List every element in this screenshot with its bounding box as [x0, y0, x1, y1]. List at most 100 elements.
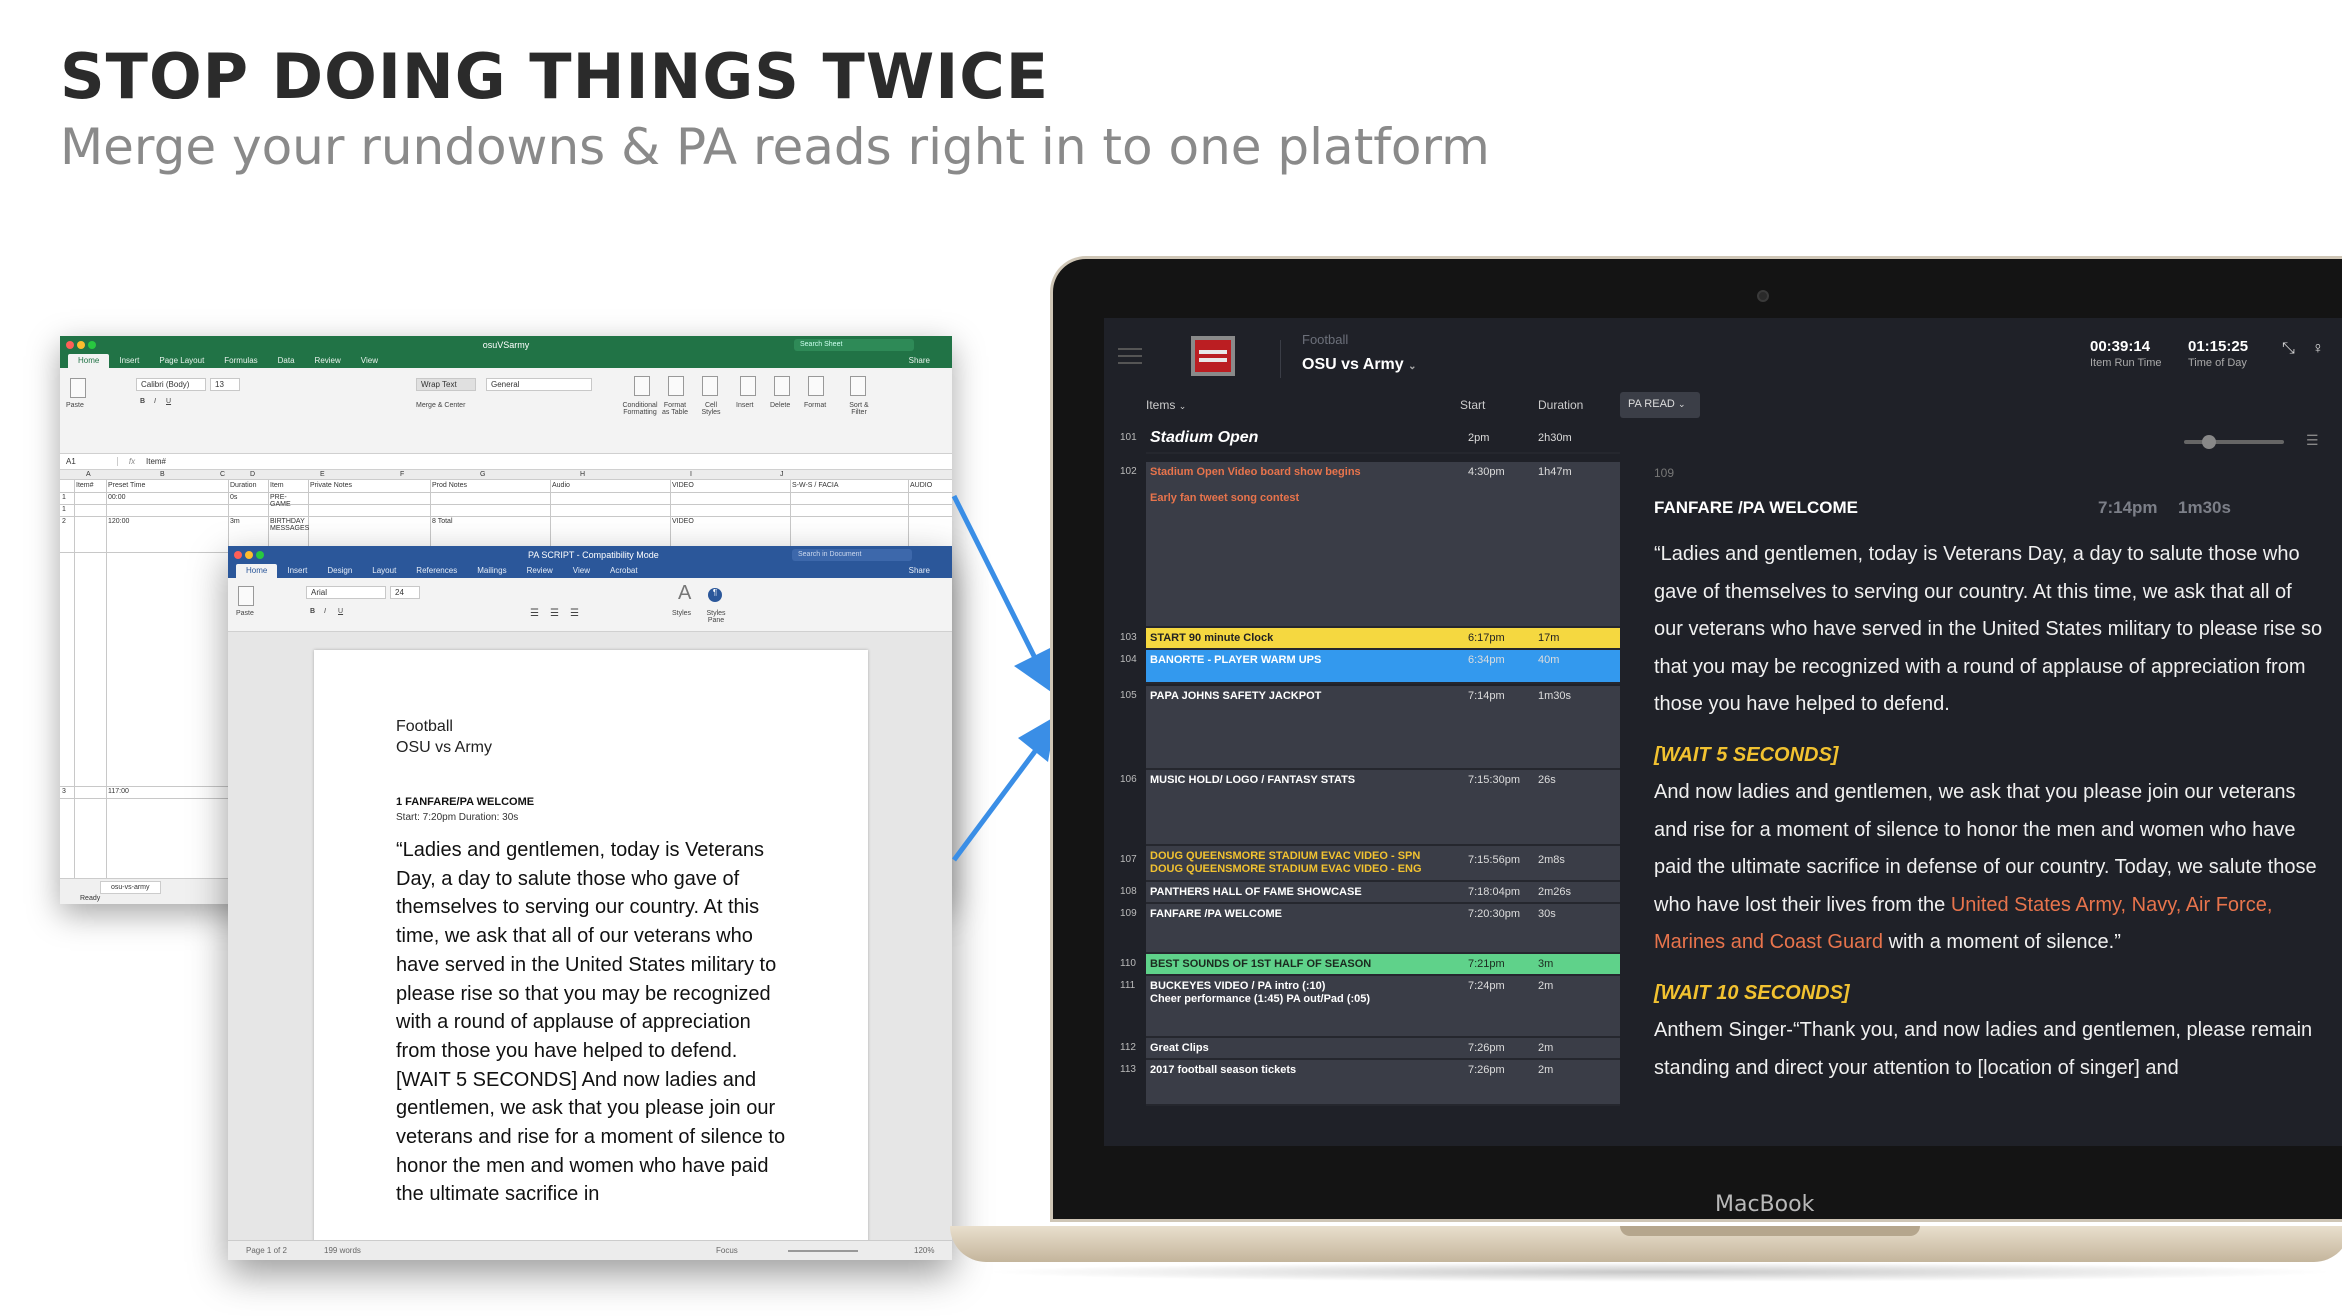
- rundown-row[interactable]: 107 DOUG QUEENSMORE STADIUM EVAC VIDEO -…: [1104, 846, 1620, 882]
- compress-icon[interactable]: ⤡: [2282, 340, 2295, 358]
- rundown-row[interactable]: 101 Stadium Open 2pm 2h30m: [1104, 430, 1620, 454]
- rundown-row[interactable]: 111 BUCKEYES VIDEO / PA intro (:10) Chee…: [1104, 976, 1620, 1038]
- header-cell[interactable]: VIDEO: [672, 482, 694, 489]
- header-cell[interactable]: Private Notes: [310, 482, 352, 489]
- excel-share-button[interactable]: Share: [899, 354, 940, 368]
- word-search-input[interactable]: Search in Document: [792, 549, 912, 561]
- word-font-size-select[interactable]: 24: [390, 586, 420, 599]
- header-cell[interactable]: Audio: [552, 482, 570, 489]
- word-tab-view[interactable]: View: [563, 564, 600, 578]
- conditional-formatting-icon[interactable]: [634, 376, 650, 396]
- table-cell[interactable]: 8 Total: [432, 518, 453, 525]
- column-header[interactable]: H: [580, 471, 585, 478]
- word-font-name-select[interactable]: Arial: [306, 586, 386, 599]
- rundown-row[interactable]: 106 MUSIC HOLD/ LOGO / FANTASY STATS 7:1…: [1104, 770, 1620, 846]
- rundown-title-dropdown[interactable]: OSU vs Army ⌄: [1302, 356, 1417, 374]
- format-cells-icon[interactable]: [808, 376, 824, 396]
- list-icon[interactable]: ☰: [2306, 432, 2319, 449]
- header-cell[interactable]: AUDIO: [910, 482, 932, 489]
- items-column-header[interactable]: Items ⌄: [1146, 398, 1186, 412]
- rundown-row[interactable]: 112 Great Clips 7:26pm 2m: [1104, 1038, 1620, 1060]
- rundown-row[interactable]: 102 Stadium Open Video board show begins…: [1104, 462, 1620, 628]
- paste-icon[interactable]: [238, 586, 254, 606]
- align-right-icon[interactable]: ☰: [570, 608, 579, 619]
- column-header[interactable]: J: [780, 471, 784, 478]
- word-tab-insert[interactable]: Insert: [277, 564, 317, 578]
- column-header[interactable]: B: [160, 471, 165, 478]
- minimize-dot-icon[interactable]: [245, 551, 253, 559]
- name-box[interactable]: A1: [60, 457, 118, 466]
- word-tab-layout[interactable]: Layout: [362, 564, 406, 578]
- zoom-slider[interactable]: [788, 1250, 858, 1252]
- header-cell[interactable]: Duration: [230, 482, 256, 489]
- number-format-select[interactable]: General: [486, 378, 592, 391]
- word-tab-acrobat[interactable]: Acrobat: [600, 564, 648, 578]
- column-header[interactable]: I: [690, 471, 692, 478]
- column-header[interactable]: D: [250, 471, 255, 478]
- excel-tab-formulas[interactable]: Formulas: [214, 354, 267, 368]
- rundown-row[interactable]: 110 BEST SOUNDS OF 1ST HALF OF SEASON 7:…: [1104, 954, 1620, 976]
- header-cell[interactable]: Prod Notes: [432, 482, 467, 489]
- column-header[interactable]: C: [220, 471, 225, 478]
- wrap-text-button[interactable]: Wrap Text: [416, 378, 476, 391]
- table-cell[interactable]: 117:00: [108, 788, 129, 795]
- paste-icon[interactable]: [70, 378, 86, 398]
- close-dot-icon[interactable]: [234, 551, 242, 559]
- word-share-button[interactable]: Share: [899, 564, 940, 578]
- word-tab-home[interactable]: Home: [236, 564, 278, 578]
- header-cell[interactable]: Item#: [76, 482, 94, 489]
- slider-handle[interactable]: [2202, 435, 2216, 449]
- rundown-row[interactable]: 103 START 90 minute Clock 6:17pm 17m: [1104, 628, 1620, 650]
- italic-button[interactable]: I: [324, 608, 326, 615]
- italic-button[interactable]: I: [154, 398, 156, 405]
- formula-input[interactable]: Item#: [146, 457, 166, 466]
- sort-filter-icon[interactable]: [850, 376, 866, 396]
- sheet-tab[interactable]: osu-vs-army: [100, 881, 161, 894]
- table-cell[interactable]: 120:00: [108, 518, 129, 525]
- excel-tab-review[interactable]: Review: [305, 354, 351, 368]
- rundown-row[interactable]: 109 FANFARE /PA WELCOME 7:20:30pm 30s: [1104, 904, 1620, 954]
- excel-tab-home[interactable]: Home: [68, 354, 110, 368]
- excel-tab-view[interactable]: View: [351, 354, 388, 368]
- insert-cells-icon[interactable]: [740, 376, 756, 396]
- excel-font-name-select[interactable]: Calibri (Body): [136, 378, 206, 391]
- underline-button[interactable]: U: [338, 608, 343, 615]
- pa-read-button[interactable]: PA READ ⌄: [1620, 392, 1700, 418]
- fx-icon[interactable]: fx: [118, 457, 146, 466]
- column-header[interactable]: F: [400, 471, 404, 478]
- table-cell[interactable]: 00:00: [108, 494, 126, 501]
- rundown-row[interactable]: 105 PAPA JOHNS SAFETY JACKPOT 7:14pm 1m3…: [1104, 686, 1620, 770]
- rundown-row[interactable]: 108 PANTHERS HALL OF FAME SHOWCASE 7:18:…: [1104, 882, 1620, 904]
- excel-font-size-select[interactable]: 13: [210, 378, 240, 391]
- styles-pane-icon[interactable]: ¶: [708, 588, 722, 602]
- format-as-table-icon[interactable]: [668, 376, 684, 396]
- word-tab-mailings[interactable]: Mailings: [467, 564, 516, 578]
- word-tab-review[interactable]: Review: [517, 564, 563, 578]
- document-page[interactable]: Football OSU vs Army 1 FANFARE/PA WELCOM…: [314, 650, 868, 1260]
- bold-button[interactable]: B: [140, 398, 145, 405]
- column-header[interactable]: E: [320, 471, 325, 478]
- focus-button[interactable]: Focus: [716, 1246, 738, 1255]
- rundown-row[interactable]: 113 2017 football season tickets 7:26pm …: [1104, 1060, 1620, 1106]
- table-cell[interactable]: VIDEO: [672, 518, 694, 525]
- cell-styles-icon[interactable]: [702, 376, 718, 396]
- word-tab-references[interactable]: References: [406, 564, 467, 578]
- merge-center-button[interactable]: Merge & Center: [416, 402, 465, 409]
- delete-cells-icon[interactable]: [774, 376, 790, 396]
- rundown-row[interactable]: 104 BANORTE - PLAYER WARM UPS 6:34pm 40m: [1104, 650, 1620, 684]
- header-cell[interactable]: S-W-S / FACIA: [792, 482, 839, 489]
- lightbulb-icon[interactable]: ♀: [2312, 340, 2324, 358]
- column-header[interactable]: A: [86, 471, 91, 478]
- zoom-dot-icon[interactable]: [256, 551, 264, 559]
- column-header[interactable]: G: [480, 471, 485, 478]
- excel-search-input[interactable]: Search Sheet: [794, 339, 914, 351]
- table-cell[interactable]: BIRTHDAY MESSAGES: [270, 518, 309, 532]
- table-cell[interactable]: 0s: [230, 494, 237, 501]
- underline-button[interactable]: U: [166, 398, 171, 405]
- align-left-icon[interactable]: ☰: [530, 608, 539, 619]
- excel-tab-data[interactable]: Data: [268, 354, 305, 368]
- align-center-icon[interactable]: ☰: [550, 608, 559, 619]
- menu-icon[interactable]: [1118, 348, 1142, 364]
- header-cell[interactable]: Item: [270, 482, 284, 489]
- excel-tab-insert[interactable]: Insert: [109, 354, 149, 368]
